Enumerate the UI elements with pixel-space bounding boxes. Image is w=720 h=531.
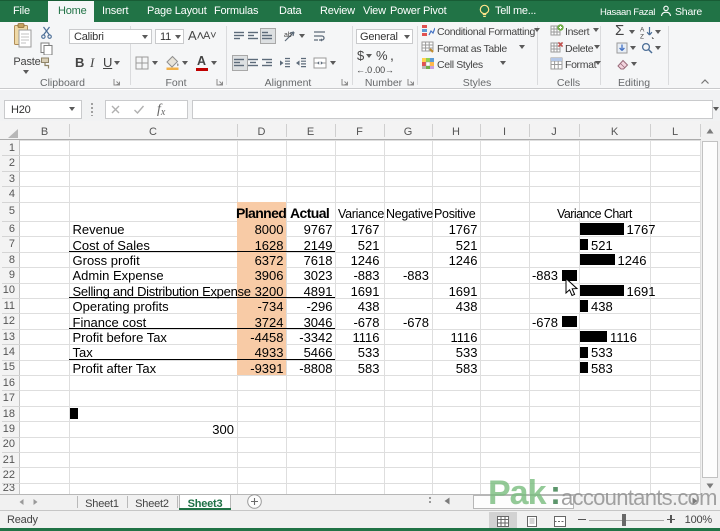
svg-text:A: A [640, 27, 645, 34]
svg-text:Z: Z [640, 34, 644, 40]
svg-text:ab: ab [284, 32, 292, 39]
